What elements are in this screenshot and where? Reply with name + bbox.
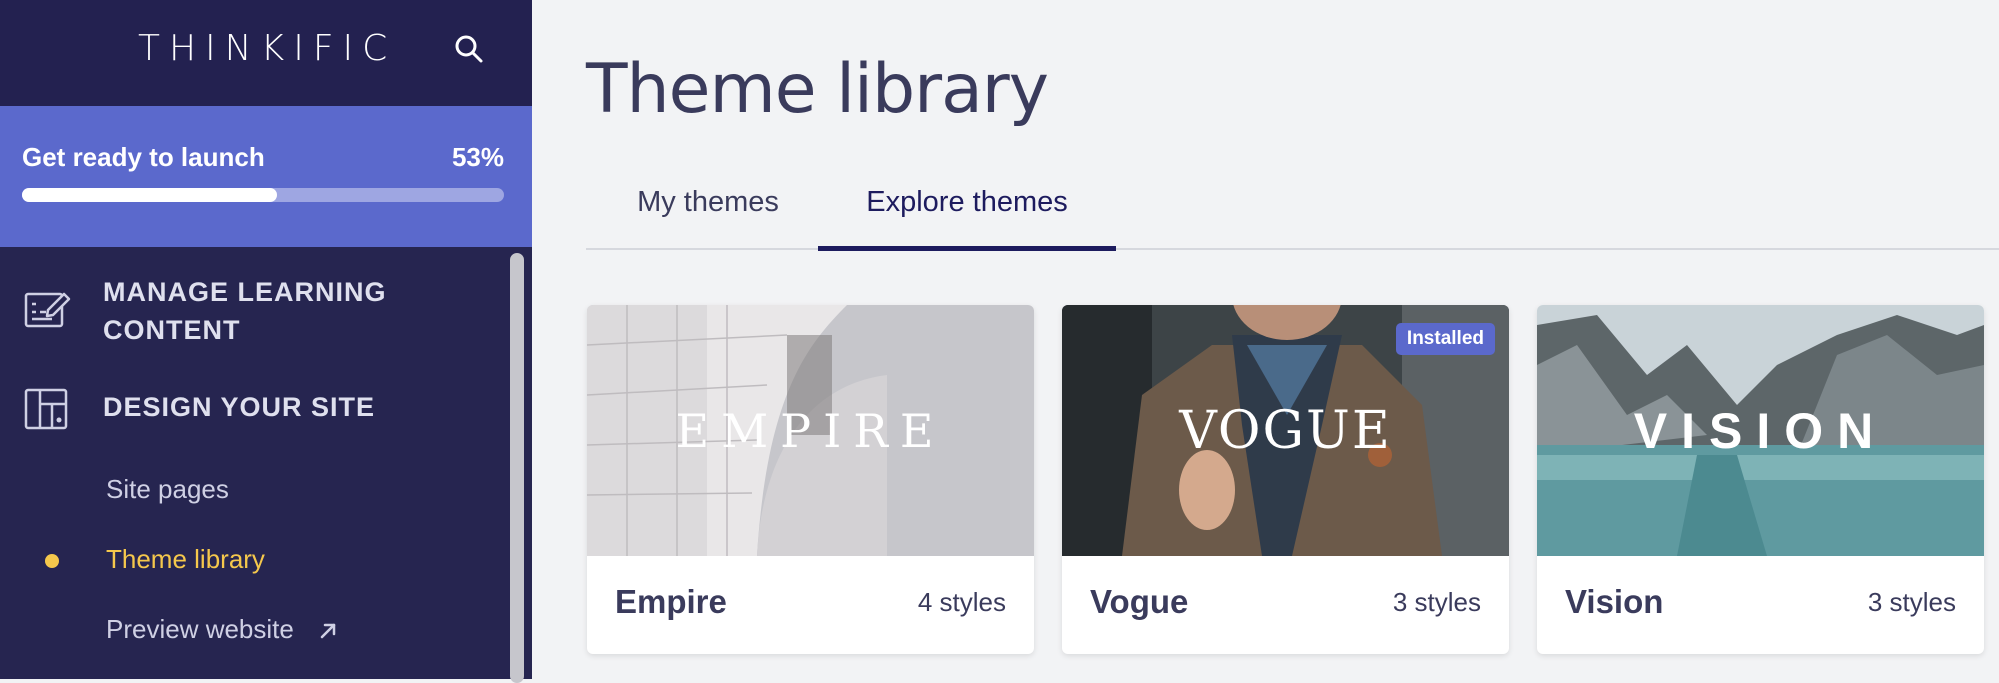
- active-indicator-dot: [45, 554, 59, 568]
- tab-my-themes[interactable]: My themes: [628, 180, 788, 246]
- sidebar-scroll-thumb[interactable]: [510, 253, 524, 683]
- launch-percent: 53%: [451, 142, 504, 172]
- theme-style-count: 3 styles: [1392, 587, 1481, 617]
- search-icon[interactable]: [453, 33, 485, 65]
- sidebar-scrollbar[interactable]: [507, 249, 527, 683]
- theme-style-count: 3 styles: [1867, 587, 1956, 617]
- nav-design-your-site[interactable]: DESIGN YOUR SITE: [0, 386, 500, 434]
- nav-section-label: MANAGE LEARNING: [103, 277, 387, 307]
- theme-style-count: 4 styles: [917, 587, 1006, 617]
- launch-progress-fill: [22, 188, 278, 202]
- theme-thumbnail-title: EMPIRE: [675, 403, 946, 458]
- theme-name: Vision: [1565, 583, 1664, 620]
- nav-site-pages[interactable]: Site pages: [106, 474, 229, 505]
- nav-section-label: DESIGN YOUR SITE: [103, 392, 376, 422]
- theme-name: Vogue: [1090, 583, 1189, 620]
- nav-section-label-line2: CONTENT: [103, 315, 241, 345]
- theme-thumbnail-vogue: VOGUE Installed: [1062, 305, 1509, 556]
- top-bar: THINKIFIC: [0, 0, 532, 106]
- thinkific-logo[interactable]: THINKIFIC: [138, 28, 394, 69]
- theme-name: Empire: [615, 583, 727, 620]
- theme-card-vision[interactable]: VISION Vision 3 styles: [1537, 305, 1984, 654]
- tab-explore-themes[interactable]: Explore themes: [818, 180, 1116, 251]
- external-link-icon: [320, 623, 336, 639]
- nav-preview-website-label: Preview website: [106, 614, 294, 644]
- nav-preview-website[interactable]: Preview website: [106, 614, 337, 645]
- nav-theme-library[interactable]: Theme library: [106, 544, 265, 575]
- layout-icon: [24, 388, 68, 430]
- launch-progress-bar: [22, 188, 504, 202]
- theme-card-empire[interactable]: EMPIRE Empire 4 styles: [587, 305, 1034, 654]
- theme-thumbnail-vision: VISION: [1537, 305, 1984, 556]
- nav-manage-learning-content[interactable]: MANAGE LEARNING CONTENT: [0, 270, 500, 350]
- edit-content-icon: [24, 292, 71, 328]
- launch-title: Get ready to launch: [22, 142, 265, 172]
- theme-tabs: My themes Explore themes: [586, 168, 1999, 251]
- installed-badge: Installed: [1395, 323, 1495, 355]
- theme-thumbnail-empire: EMPIRE: [587, 305, 1034, 556]
- theme-thumbnail-title: VISION: [1633, 402, 1888, 459]
- theme-card-vogue[interactable]: VOGUE Installed Vogue 3 styles: [1062, 305, 1509, 654]
- sidebar: THINKIFIC Get ready to launch 53% MANAGE…: [0, 0, 532, 683]
- page-title: Theme library: [586, 50, 1049, 129]
- launch-progress-panel[interactable]: Get ready to launch 53%: [0, 106, 532, 247]
